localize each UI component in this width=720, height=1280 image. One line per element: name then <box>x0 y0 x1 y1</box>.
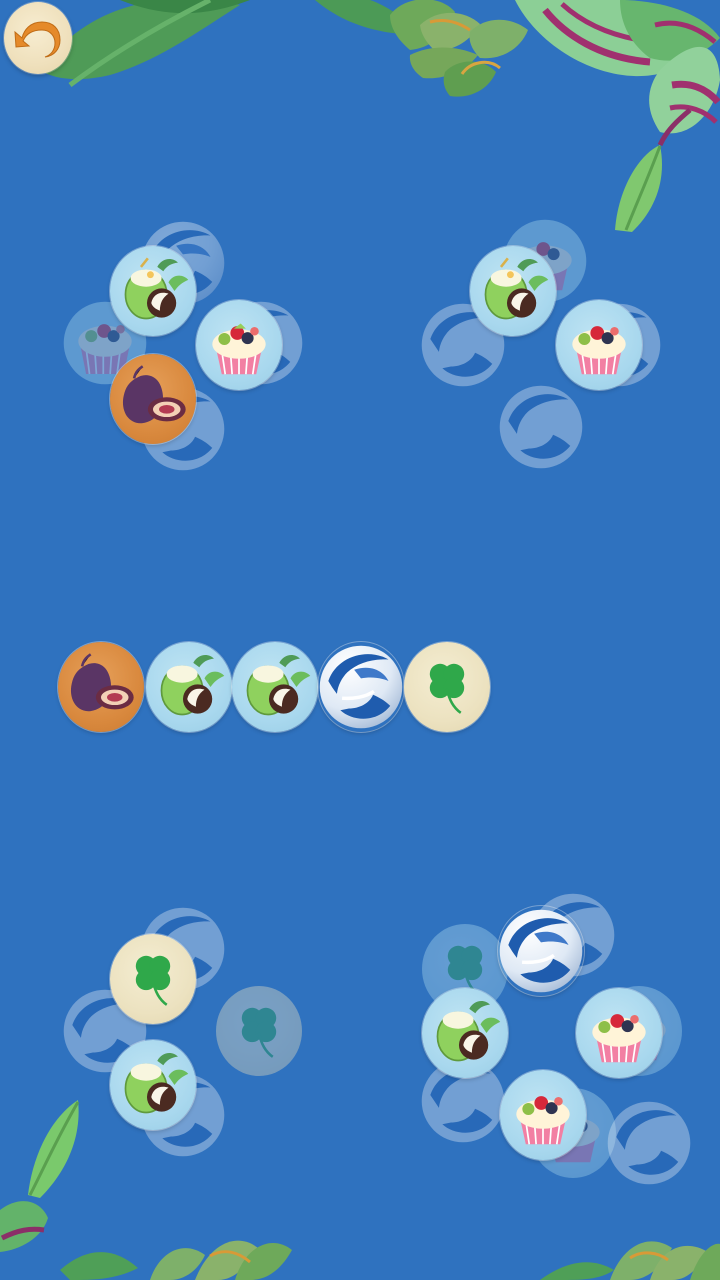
cupcake-icon <box>516 1096 570 1145</box>
cupcake-icon <box>212 323 266 375</box>
tile-hidden-clover <box>216 986 302 1076</box>
clover-icon <box>135 955 171 1006</box>
leaf-bottom-right <box>540 1241 720 1280</box>
coconut-icon <box>484 257 549 320</box>
blue-swirl-sphere-icon <box>607 1101 691 1185</box>
coconut-icon <box>124 257 189 320</box>
coconut-icon <box>160 655 225 716</box>
clover-icon <box>241 1007 277 1058</box>
fig-icon <box>122 365 186 424</box>
blue-swirl-sphere-icon <box>499 385 583 469</box>
tile-coconut[interactable] <box>110 1040 196 1130</box>
back-button[interactable] <box>4 2 72 74</box>
tile-coconut[interactable] <box>110 246 196 336</box>
collection-tray <box>58 640 498 736</box>
coconut-icon <box>246 655 311 716</box>
tile-fig[interactable] <box>110 354 196 444</box>
tray-slot-fig[interactable] <box>58 642 144 732</box>
tile-cupcake[interactable] <box>196 300 282 390</box>
coconut-icon <box>436 1001 501 1062</box>
coconut-icon <box>124 1053 189 1114</box>
leaf-top-right <box>315 0 720 232</box>
tile-clover[interactable] <box>110 934 196 1024</box>
tile-coconut[interactable] <box>470 246 556 336</box>
fig-icon <box>70 653 134 712</box>
tile-cupcake[interactable] <box>500 1070 586 1160</box>
tray-slot-sphere[interactable] <box>318 642 404 732</box>
tile-sphere[interactable] <box>498 906 584 996</box>
tile-coconut[interactable] <box>422 988 508 1078</box>
tile-hidden-sphere <box>606 1098 692 1188</box>
cupcake-icon <box>592 1014 646 1063</box>
tray-slot-clover[interactable] <box>404 642 490 732</box>
tile-cupcake[interactable] <box>556 300 642 390</box>
tile-cupcake[interactable] <box>576 988 662 1078</box>
tray-slot-coconut[interactable] <box>146 642 232 732</box>
blue-swirl-sphere-icon <box>499 909 583 993</box>
back-arrow-icon <box>14 21 61 58</box>
tray-slot-coconut[interactable] <box>232 642 318 732</box>
tile-hidden-sphere <box>498 382 584 472</box>
clover-icon <box>429 663 465 714</box>
cupcake-icon <box>572 326 626 375</box>
blue-swirl-sphere-icon <box>319 645 403 729</box>
